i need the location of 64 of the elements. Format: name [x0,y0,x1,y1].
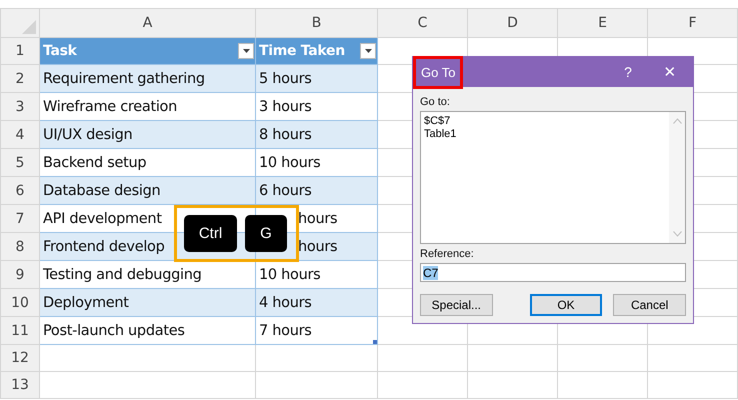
field-label: Reference: [420,248,475,260]
row-header[interactable]: 11 [0,316,40,344]
dialog-button[interactable]: Cancel [613,294,686,316]
list-item[interactable]: Table1 [424,128,456,141]
table-header: Task [42,42,77,61]
table-cell-text: 4 hours [258,295,312,311]
table-cell-text: 5 hours [258,71,312,87]
row-header[interactable]: 1 [0,38,40,64]
scrollbar[interactable] [669,112,685,243]
column-header[interactable]: B [256,8,378,38]
row-header[interactable]: 6 [0,176,40,204]
table-cell-text: hours [297,239,338,255]
caret-icon [242,49,250,53]
dialog-button[interactable]: OK [530,294,602,316]
row-header[interactable]: 4 [0,120,40,148]
table-cell-text: Post-launch updates [42,323,185,339]
row-header[interactable]: 5 [0,148,40,176]
row-header[interactable]: 13 [0,372,40,398]
row-header[interactable]: 3 [0,92,40,120]
table-cell-text: Database design [42,183,160,199]
table-cell-text: Deployment [42,295,129,311]
table-cell-text: Requirement gathering [42,71,205,87]
scroll-down-icon[interactable] [672,231,682,237]
table-cell-text: 10 hours [258,267,320,283]
column-header[interactable]: F [648,8,738,38]
filter-dropdown[interactable] [360,43,376,59]
field-label: Go to: [420,96,451,108]
row-header[interactable]: 7 [0,204,40,232]
table-cell-text: Backend setup [42,155,146,171]
table-cell-text: 10 hours [258,155,320,171]
row-header[interactable]: 8 [0,232,40,260]
filter-dropdown[interactable] [238,43,254,59]
caret-icon [364,49,372,53]
keyboard-key: Ctrl [184,215,237,252]
table-cell-text: 7 hours [258,323,312,339]
selected-text: C7 [423,266,438,280]
row-header[interactable]: 9 [0,260,40,288]
dialog-title: Go To [413,56,464,88]
table-cell-text: Testing and debugging [42,267,202,283]
column-header[interactable]: A [40,8,256,38]
dialog-button[interactable]: Special... [420,294,493,316]
reference-field[interactable]: C7 [420,263,686,282]
scroll-up-icon[interactable] [672,118,682,124]
column-header[interactable]: C [378,8,468,38]
table-cell-text: hours [297,211,338,227]
table-cell-text: API development [42,211,162,227]
list-item[interactable]: $C$7 [424,115,450,128]
row-header[interactable]: 10 [0,288,40,316]
help-button[interactable]: ? [615,64,641,80]
close-button[interactable]: ✕ [657,63,683,81]
table-header: Time Taken [258,42,345,61]
row-header[interactable]: 2 [0,64,40,92]
column-header[interactable]: D [468,8,558,38]
keyboard-key: G [245,215,287,252]
table-cell-text: 8 hours [258,127,312,143]
column-header[interactable]: E [558,8,648,38]
goto-list[interactable]: $C$7 Table1 [420,111,686,244]
table-cell-text: Wireframe creation [42,99,178,115]
table-cell-text: 6 hours [258,183,312,199]
select-all-icon[interactable] [22,20,36,34]
table-cell-text: Frontend develop [42,239,165,255]
row-header[interactable]: 12 [0,344,40,372]
table-cell-text: UI/UX design [42,127,132,143]
table-cell-text: 3 hours [258,99,312,115]
